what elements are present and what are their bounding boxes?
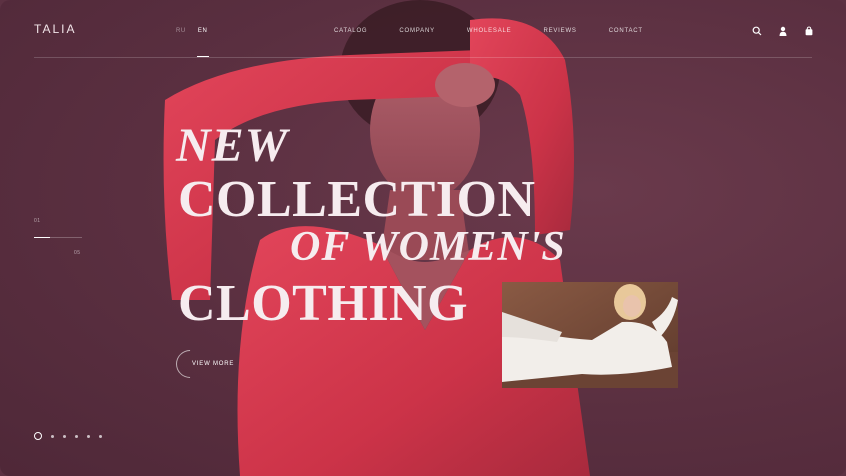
nav-contact[interactable]: CONTACT <box>609 28 643 34</box>
bag-icon[interactable] <box>804 26 814 36</box>
nav-reviews[interactable]: REVIEWS <box>543 28 576 34</box>
headline-line-1: NEW <box>176 119 289 172</box>
pagination-dot-3[interactable] <box>63 434 66 438</box>
lang-ru[interactable]: RU <box>176 28 186 34</box>
header-divider <box>34 57 812 58</box>
current-slide: 01 <box>34 218 41 224</box>
headline-line-3: OF WOMEN'S <box>290 224 566 270</box>
hero-slide: TALIA RU EN CATALOG COMPANY WHOLESALE RE… <box>0 0 846 476</box>
main-nav: CATALOG COMPANY WHOLESALE REVIEWS CONTAC… <box>334 28 643 34</box>
pagination-dot-4[interactable] <box>75 434 78 438</box>
slide-progress-fill <box>34 237 50 238</box>
user-icon[interactable] <box>778 26 788 36</box>
language-switcher: RU EN <box>176 28 207 34</box>
slide-counter: 01 05 <box>34 218 84 258</box>
brand-logo[interactable]: TALIA <box>34 22 76 36</box>
pagination-dot-5[interactable] <box>87 434 90 438</box>
pagination-dot-2[interactable] <box>51 434 54 438</box>
nav-company[interactable]: COMPANY <box>399 28 435 34</box>
headline-line-4: CLOTHING <box>178 275 469 332</box>
site-header: TALIA RU EN CATALOG COMPANY WHOLESALE RE… <box>0 0 846 60</box>
collection-preview-image[interactable] <box>502 282 678 388</box>
total-slides: 05 <box>74 250 81 256</box>
search-icon[interactable] <box>752 26 762 36</box>
header-actions <box>752 26 814 36</box>
headline-line-2: COLLECTION <box>178 171 536 228</box>
pagination-dot-1[interactable] <box>34 432 42 440</box>
slide-pagination <box>34 432 102 440</box>
circle-ring-icon <box>170 344 210 384</box>
nav-catalog[interactable]: CATALOG <box>334 28 367 34</box>
lang-en[interactable]: EN <box>198 28 208 34</box>
view-more-button[interactable]: VIEW MORE <box>170 344 234 384</box>
pagination-dot-6[interactable] <box>99 434 102 438</box>
nav-wholesale[interactable]: WHOLESALE <box>467 28 512 34</box>
